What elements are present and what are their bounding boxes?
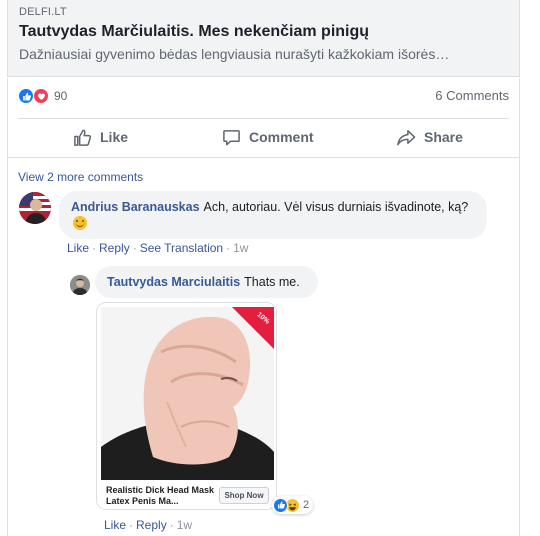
link-preview-card[interactable]: DELFI.LT Tautvydas Marčiulaitis. Mes nek… — [7, 0, 520, 77]
comment-timestamp[interactable]: 1w — [233, 241, 248, 255]
reply-reply-link[interactable]: Reply — [136, 518, 167, 532]
comment-text: Ach, autoriau. Vėl visus durniais išvadi… — [203, 200, 469, 214]
reply-text: Thats me. — [244, 275, 300, 289]
reply-timestamp[interactable]: 1w — [177, 518, 192, 532]
comment-button[interactable]: Comment — [222, 125, 314, 149]
product-attachment-card[interactable]: 10% Realistic Dick Head Mask Latex Penis… — [96, 302, 277, 510]
avatar[interactable] — [19, 192, 51, 224]
comments-section: View 2 more comments Andrius Baranauskas… — [7, 158, 520, 536]
share-button-label: Share — [424, 129, 463, 145]
product-name[interactable]: Realistic Dick Head Mask Latex Penis Ma.… — [106, 485, 221, 507]
product-footer: Realistic Dick Head Mask Latex Penis Ma.… — [97, 481, 276, 509]
reply-meta: Like · Reply · 1w — [104, 518, 193, 532]
like-reaction-icon[interactable] — [18, 88, 34, 104]
like-reaction-icon — [273, 497, 288, 513]
shop-now-button[interactable]: Shop Now — [219, 487, 269, 504]
comment-icon — [223, 129, 240, 145]
reply-avatar[interactable] — [70, 275, 90, 295]
comment-like-link[interactable]: Like — [67, 241, 89, 255]
share-button[interactable]: Share — [396, 125, 463, 149]
link-description: Dažniausiai gyvenimo bėdas lengviausia n… — [19, 46, 450, 62]
smile-emoji-icon — [73, 216, 87, 230]
link-title[interactable]: Tautvydas Marčiulaitis. Mes nekenčiam pi… — [19, 23, 369, 41]
love-reaction-icon[interactable] — [33, 88, 49, 104]
see-translation-link[interactable]: See Translation — [140, 241, 223, 255]
like-button[interactable]: Like — [73, 125, 128, 149]
comment-author[interactable]: Andrius Baranauskas — [71, 200, 200, 214]
reply-reactions[interactable]: 2 — [272, 496, 314, 514]
post-stats-bar: 90 6 Comments — [7, 78, 520, 116]
thumbs-up-icon — [74, 129, 92, 146]
view-more-comments-link[interactable]: View 2 more comments — [18, 170, 143, 184]
reply-bubble: Tautvydas Marciulaitis Thats me. — [95, 266, 318, 298]
comment-reply-link[interactable]: Reply — [99, 241, 130, 255]
comment-button-label: Comment — [249, 129, 314, 145]
product-image[interactable]: 10% — [101, 307, 274, 480]
discount-badge — [232, 307, 274, 349]
reply-like-link[interactable]: Like — [104, 518, 126, 532]
comments-count-link[interactable]: 6 Comments — [435, 88, 509, 103]
reply-reaction-count: 2 — [303, 499, 310, 511]
reaction-count[interactable]: 90 — [54, 89, 67, 103]
actions-divider — [18, 118, 509, 119]
comment-bubble: Andrius Baranauskas Ach, autoriau. Vėl vi… — [59, 191, 487, 239]
post-actions-bar: Like Comment Share — [7, 116, 520, 158]
like-button-label: Like — [100, 129, 129, 145]
link-domain: DELFI.LT — [19, 6, 67, 18]
reply-author[interactable]: Tautvydas Marciulaitis — [107, 275, 240, 289]
comment-meta: Like · Reply · See Translation · 1w — [67, 241, 249, 255]
share-icon — [397, 129, 416, 145]
